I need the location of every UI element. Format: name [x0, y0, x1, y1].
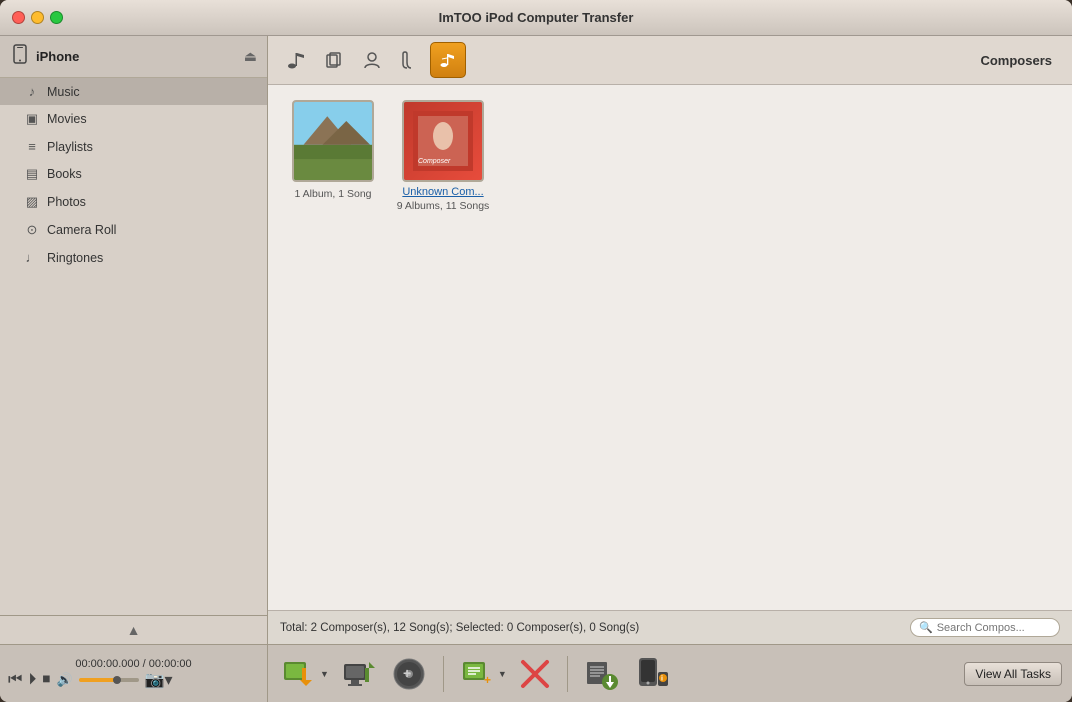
sidebar-item-camera-roll[interactable]: ⊙ Camera Roll — [0, 216, 267, 244]
transfer-to-pc-button[interactable] — [337, 652, 381, 696]
window-controls — [12, 11, 63, 24]
sidebar-item-playlists[interactable]: ≡ Playlists — [0, 133, 267, 160]
window-title: ImTOO iPod Computer Transfer — [439, 10, 634, 25]
search-input[interactable] — [937, 622, 1047, 634]
volume-icon: 🔊 — [56, 672, 72, 688]
movies-icon: ▣ — [24, 111, 40, 127]
sidebar-item-music[interactable]: ♪ Music — [0, 78, 267, 105]
status-bar: Total: 2 Composer(s), 12 Song(s); Select… — [268, 610, 1072, 644]
search-box[interactable]: 🔍 — [910, 618, 1060, 637]
delete-button[interactable] — [515, 654, 555, 694]
device-icon — [10, 44, 30, 69]
play-button[interactable]: ⏵ — [28, 671, 36, 689]
composer-item-2[interactable]: Composer Unknown Com... 9 Albums, 11 Son… — [393, 100, 493, 212]
main-content: iPhone ⏏ ♪ Music ▣ Movies ≡ Playlists ▤ — [0, 36, 1072, 644]
tab-composers[interactable] — [430, 42, 466, 78]
export-list-button[interactable] — [580, 652, 624, 696]
composer-info-1: 1 Album, 1 Song — [294, 188, 371, 200]
sidebar-label-movies: Movies — [47, 112, 87, 126]
separator-2 — [567, 656, 568, 692]
device-header: iPhone ⏏ — [0, 36, 267, 78]
sidebar-item-movies[interactable]: ▣ Movies — [0, 105, 267, 133]
playlists-icon: ≡ — [24, 139, 40, 154]
sidebar-label-ringtones: Ringtones — [47, 251, 103, 265]
tab-albums[interactable] — [316, 42, 352, 78]
tab-genres[interactable] — [392, 42, 428, 78]
device-name: iPhone — [36, 49, 244, 64]
close-button[interactable] — [12, 11, 25, 24]
sidebar-label-music: Music — [47, 85, 80, 99]
sidebar-bottom: ▲ — [0, 615, 267, 644]
right-panel: Composers 1 Album, 1 Song — [268, 36, 1072, 644]
eject-icon[interactable]: ⏏ — [244, 48, 257, 65]
svg-text:+: + — [484, 673, 491, 687]
composer-item-1[interactable]: 1 Album, 1 Song — [283, 100, 383, 212]
ringtones-icon: ♩ — [24, 250, 40, 265]
music-icon: ♪ — [24, 84, 40, 99]
maximize-button[interactable] — [50, 11, 63, 24]
collapse-button[interactable]: ▲ — [127, 622, 141, 638]
device-info-button[interactable]: i — [630, 652, 674, 696]
minimize-button[interactable] — [31, 11, 44, 24]
stop-button[interactable]: ⏹ — [42, 671, 50, 689]
search-icon: 🔍 — [919, 621, 933, 634]
add-song-button[interactable]: + — [387, 652, 431, 696]
action-bar: ▼ + — [268, 645, 1072, 702]
composer-thumb-2: Composer — [402, 100, 484, 182]
time-display: 00:00:00.000 / 00:00:00 — [8, 658, 259, 670]
add-to-device-button[interactable]: ▼ — [278, 652, 331, 696]
add-playlist-button[interactable]: + ▼ — [456, 652, 509, 696]
app-window: ImTOO iPod Computer Transfer iPhone ⏏ ♪ … — [0, 0, 1072, 702]
content-area: 1 Album, 1 Song Composer Un — [268, 85, 1072, 610]
rewind-button[interactable]: ⏮ — [8, 671, 22, 689]
sidebar-item-ringtones[interactable]: ♩ Ringtones — [0, 244, 267, 271]
playback-controls: ⏮ ⏵ ⏹ 🔊 📷▾ — [8, 670, 259, 690]
photos-icon: ▨ — [24, 194, 40, 210]
separator-1 — [443, 656, 444, 692]
view-all-tasks-button[interactable]: View All Tasks — [964, 662, 1062, 686]
sidebar-label-playlists: Playlists — [47, 140, 93, 154]
titlebar: ImTOO iPod Computer Transfer — [0, 0, 1072, 36]
sidebar: iPhone ⏏ ♪ Music ▣ Movies ≡ Playlists ▤ — [0, 36, 268, 644]
sidebar-label-books: Books — [47, 167, 82, 181]
status-text: Total: 2 Composer(s), 12 Song(s); Select… — [280, 622, 910, 634]
volume-slider[interactable] — [79, 678, 139, 682]
svg-text:+: + — [403, 665, 411, 681]
sidebar-nav: ♪ Music ▣ Movies ≡ Playlists ▤ Books ▨ — [0, 78, 267, 615]
composer-info-2: 9 Albums, 11 Songs — [397, 200, 490, 212]
content-toolbar: Composers — [268, 36, 1072, 85]
composer-thumb-1 — [292, 100, 374, 182]
svg-text:Composer: Composer — [418, 158, 451, 165]
tab-artists[interactable] — [354, 42, 390, 78]
camera-roll-icon: ⊙ — [24, 222, 40, 238]
screenshot-button[interactable]: 📷▾ — [145, 670, 173, 690]
svg-text:i: i — [661, 675, 663, 682]
sidebar-item-photos[interactable]: ▨ Photos — [0, 188, 267, 216]
bottom-bar: 00:00:00.000 / 00:00:00 ⏮ ⏵ ⏹ 🔊 📷▾ — [0, 644, 1072, 702]
sidebar-label-photos: Photos — [47, 195, 86, 209]
sidebar-label-camera-roll: Camera Roll — [47, 223, 116, 237]
sidebar-item-books[interactable]: ▤ Books — [0, 160, 267, 188]
composer-name-2: Unknown Com... — [402, 186, 483, 198]
toolbar-active-label: Composers — [980, 53, 1062, 68]
playback-bar: 00:00:00.000 / 00:00:00 ⏮ ⏵ ⏹ 🔊 📷▾ — [0, 645, 268, 702]
books-icon: ▤ — [24, 166, 40, 182]
tab-songs[interactable] — [278, 42, 314, 78]
